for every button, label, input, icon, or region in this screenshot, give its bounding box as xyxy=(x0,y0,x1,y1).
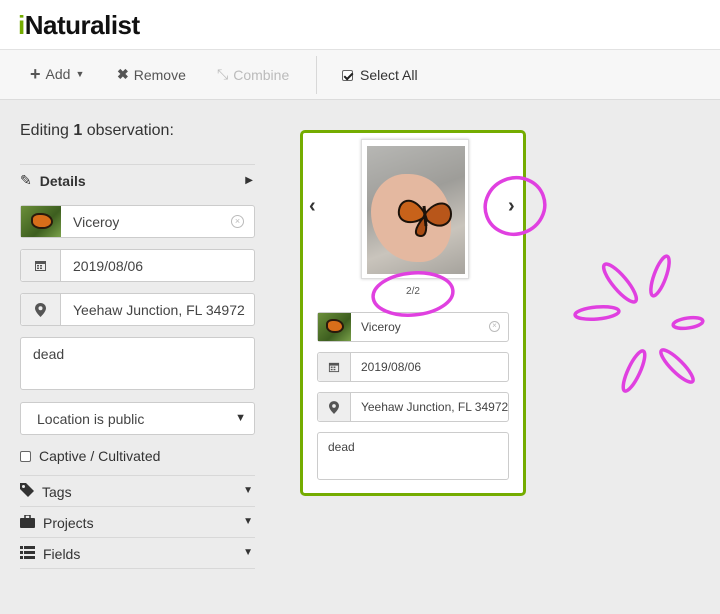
map-marker-icon[interactable] xyxy=(318,393,351,421)
card-location-field[interactable]: Yeehaw Junction, FL 34972 xyxy=(317,392,509,422)
editing-heading: Editing 1 observation: xyxy=(20,122,174,139)
map-marker-icon[interactable] xyxy=(21,294,61,325)
tag-icon xyxy=(20,483,34,500)
combine-button[interactable]: ⤡ Combine xyxy=(217,66,289,83)
chevron-right-icon[interactable]: › xyxy=(508,195,515,218)
pencil-icon: ✎ xyxy=(20,172,32,188)
batch-toolbar: + Add ▼ ✖ Remove ⤡ Combine Select All xyxy=(0,50,720,100)
chevron-left-icon[interactable]: ‹ xyxy=(309,195,316,218)
calendar-icon[interactable] xyxy=(318,353,351,381)
remove-button[interactable]: ✖ Remove xyxy=(117,66,186,83)
clear-icon[interactable]: × xyxy=(489,321,500,332)
add-button[interactable]: + Add ▼ xyxy=(30,64,85,84)
photo-counter: 2/2 xyxy=(406,286,420,297)
taxon-thumbnail xyxy=(21,206,61,237)
details-section-toggle[interactable]: ✎ Details ▶ xyxy=(20,164,255,196)
taxon-thumbnail xyxy=(318,313,351,341)
toolbar-divider xyxy=(316,56,317,94)
select-all-checkbox[interactable] xyxy=(342,69,353,81)
caret-down-icon: ▼ xyxy=(243,516,253,527)
caret-down-icon: ▼ xyxy=(75,69,85,79)
header-bar: iNaturalist xyxy=(0,0,720,50)
observation-card[interactable]: ‹ › 2/2 Viceroy × 2019/08/06 Yeehaw Junc… xyxy=(300,130,526,496)
batch-editor-panel: Editing 1 observation: ✎ Details ▶ Vicer… xyxy=(20,120,255,569)
caret-down-icon: ▼ xyxy=(235,412,246,424)
observation-photo[interactable] xyxy=(361,139,469,279)
briefcase-icon xyxy=(20,513,35,531)
caret-right-icon: ▶ xyxy=(245,175,253,186)
caret-down-icon: ▼ xyxy=(243,547,253,558)
description-textarea[interactable]: dead xyxy=(20,337,255,390)
captive-checkbox[interactable] xyxy=(20,450,31,462)
projects-section-toggle[interactable]: Projects ▼ xyxy=(20,506,255,538)
card-taxon-field[interactable]: Viceroy × xyxy=(317,312,509,342)
card-date-field[interactable]: 2019/08/06 xyxy=(317,352,509,382)
times-icon: ✖ xyxy=(117,66,129,82)
section-divider xyxy=(20,568,255,569)
calendar-icon[interactable] xyxy=(21,250,61,281)
compress-icon: ⤡ xyxy=(217,66,229,82)
geoprivacy-select[interactable]: Location is public ▼ xyxy=(20,402,255,435)
card-description-textarea[interactable]: dead xyxy=(317,432,509,480)
date-field[interactable]: 2019/08/06 xyxy=(20,249,255,282)
taxon-field[interactable]: Viceroy × xyxy=(20,205,255,238)
fields-section-toggle[interactable]: Fields ▼ xyxy=(20,537,255,569)
inaturalist-logo[interactable]: iNaturalist xyxy=(18,10,140,41)
caret-down-icon: ▼ xyxy=(243,485,253,496)
list-icon xyxy=(20,545,35,562)
clear-icon[interactable]: × xyxy=(231,215,244,228)
plus-icon: + xyxy=(30,64,41,84)
tags-section-toggle[interactable]: Tags ▼ xyxy=(20,475,255,507)
captive-toggle[interactable]: Captive / Cultivated xyxy=(20,448,160,464)
location-field[interactable]: Yeehaw Junction, FL 34972 xyxy=(20,293,255,326)
select-all-toggle[interactable]: Select All xyxy=(342,67,418,83)
